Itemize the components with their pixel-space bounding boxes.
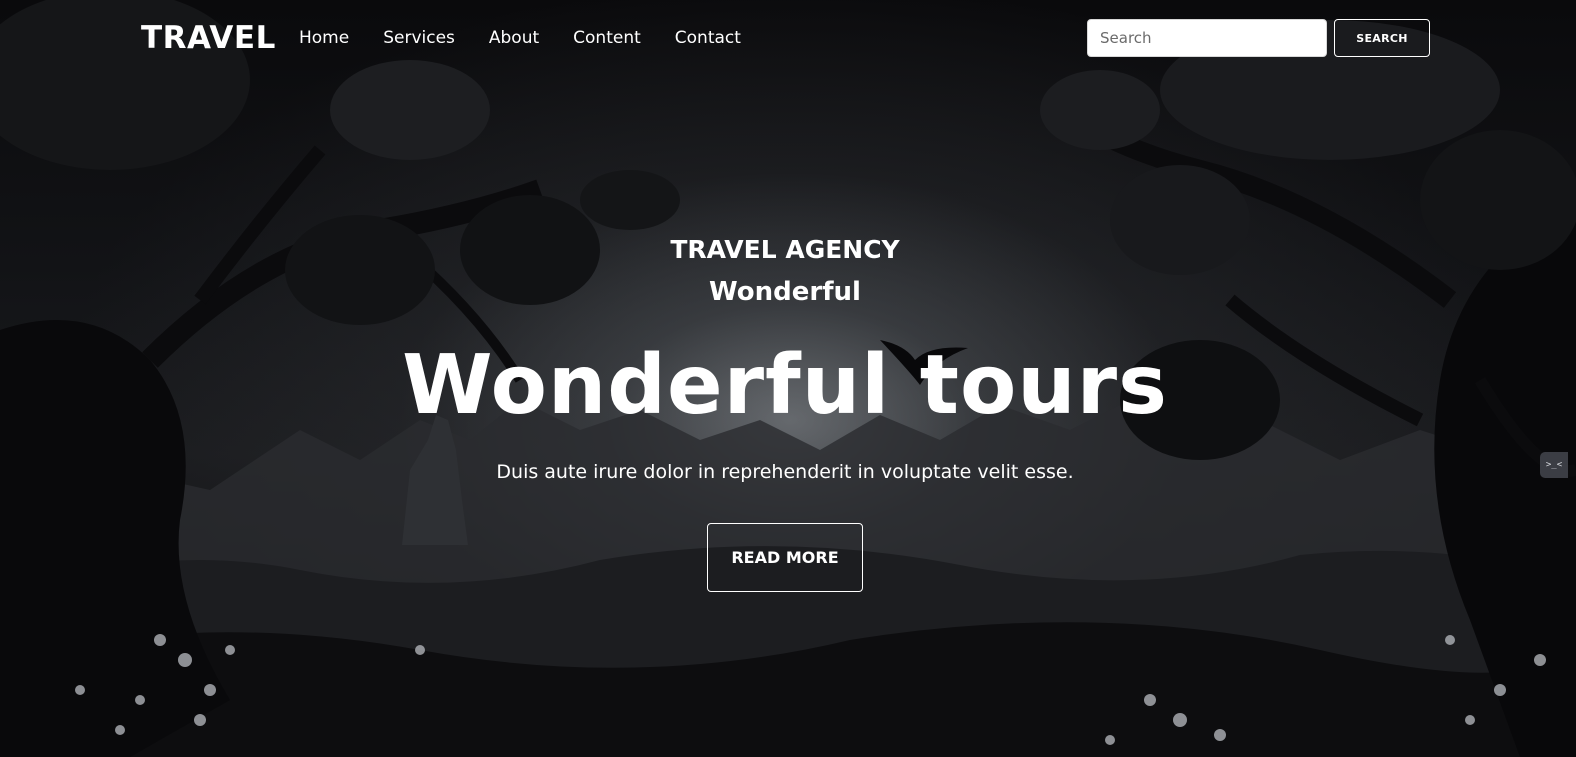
nav-link-home[interactable]: Home [299,26,349,50]
foliage-cluster [580,170,680,230]
read-more-button[interactable]: READ MORE [707,523,863,592]
terminal-icon[interactable]: >_< [1540,452,1568,478]
nav-links: Home Services About Content Contact [299,26,775,50]
hero-headline: Wonderful tours [402,338,1168,433]
nav-link-about[interactable]: About [489,26,539,50]
nav-link-content[interactable]: Content [573,26,641,50]
search-input[interactable] [1087,19,1327,57]
hero-kicker: TRAVEL AGENCY [670,235,900,264]
hero-tagline: Duis aute irure dolor in reprehenderit i… [496,461,1074,483]
nav-link-contact[interactable]: Contact [675,26,741,50]
brand-logo[interactable]: TRAVEL [141,18,276,58]
search-button[interactable]: SEARCH [1334,19,1430,57]
nav-link-services[interactable]: Services [383,26,455,50]
hero-sub-kicker: Wonderful [709,277,861,307]
hero-section: TRAVEL Home Services About Content Conta… [0,0,1576,757]
top-navbar: TRAVEL Home Services About Content Conta… [0,0,1576,76]
foliage-cluster [285,215,435,325]
foliage-cluster [1040,70,1160,150]
